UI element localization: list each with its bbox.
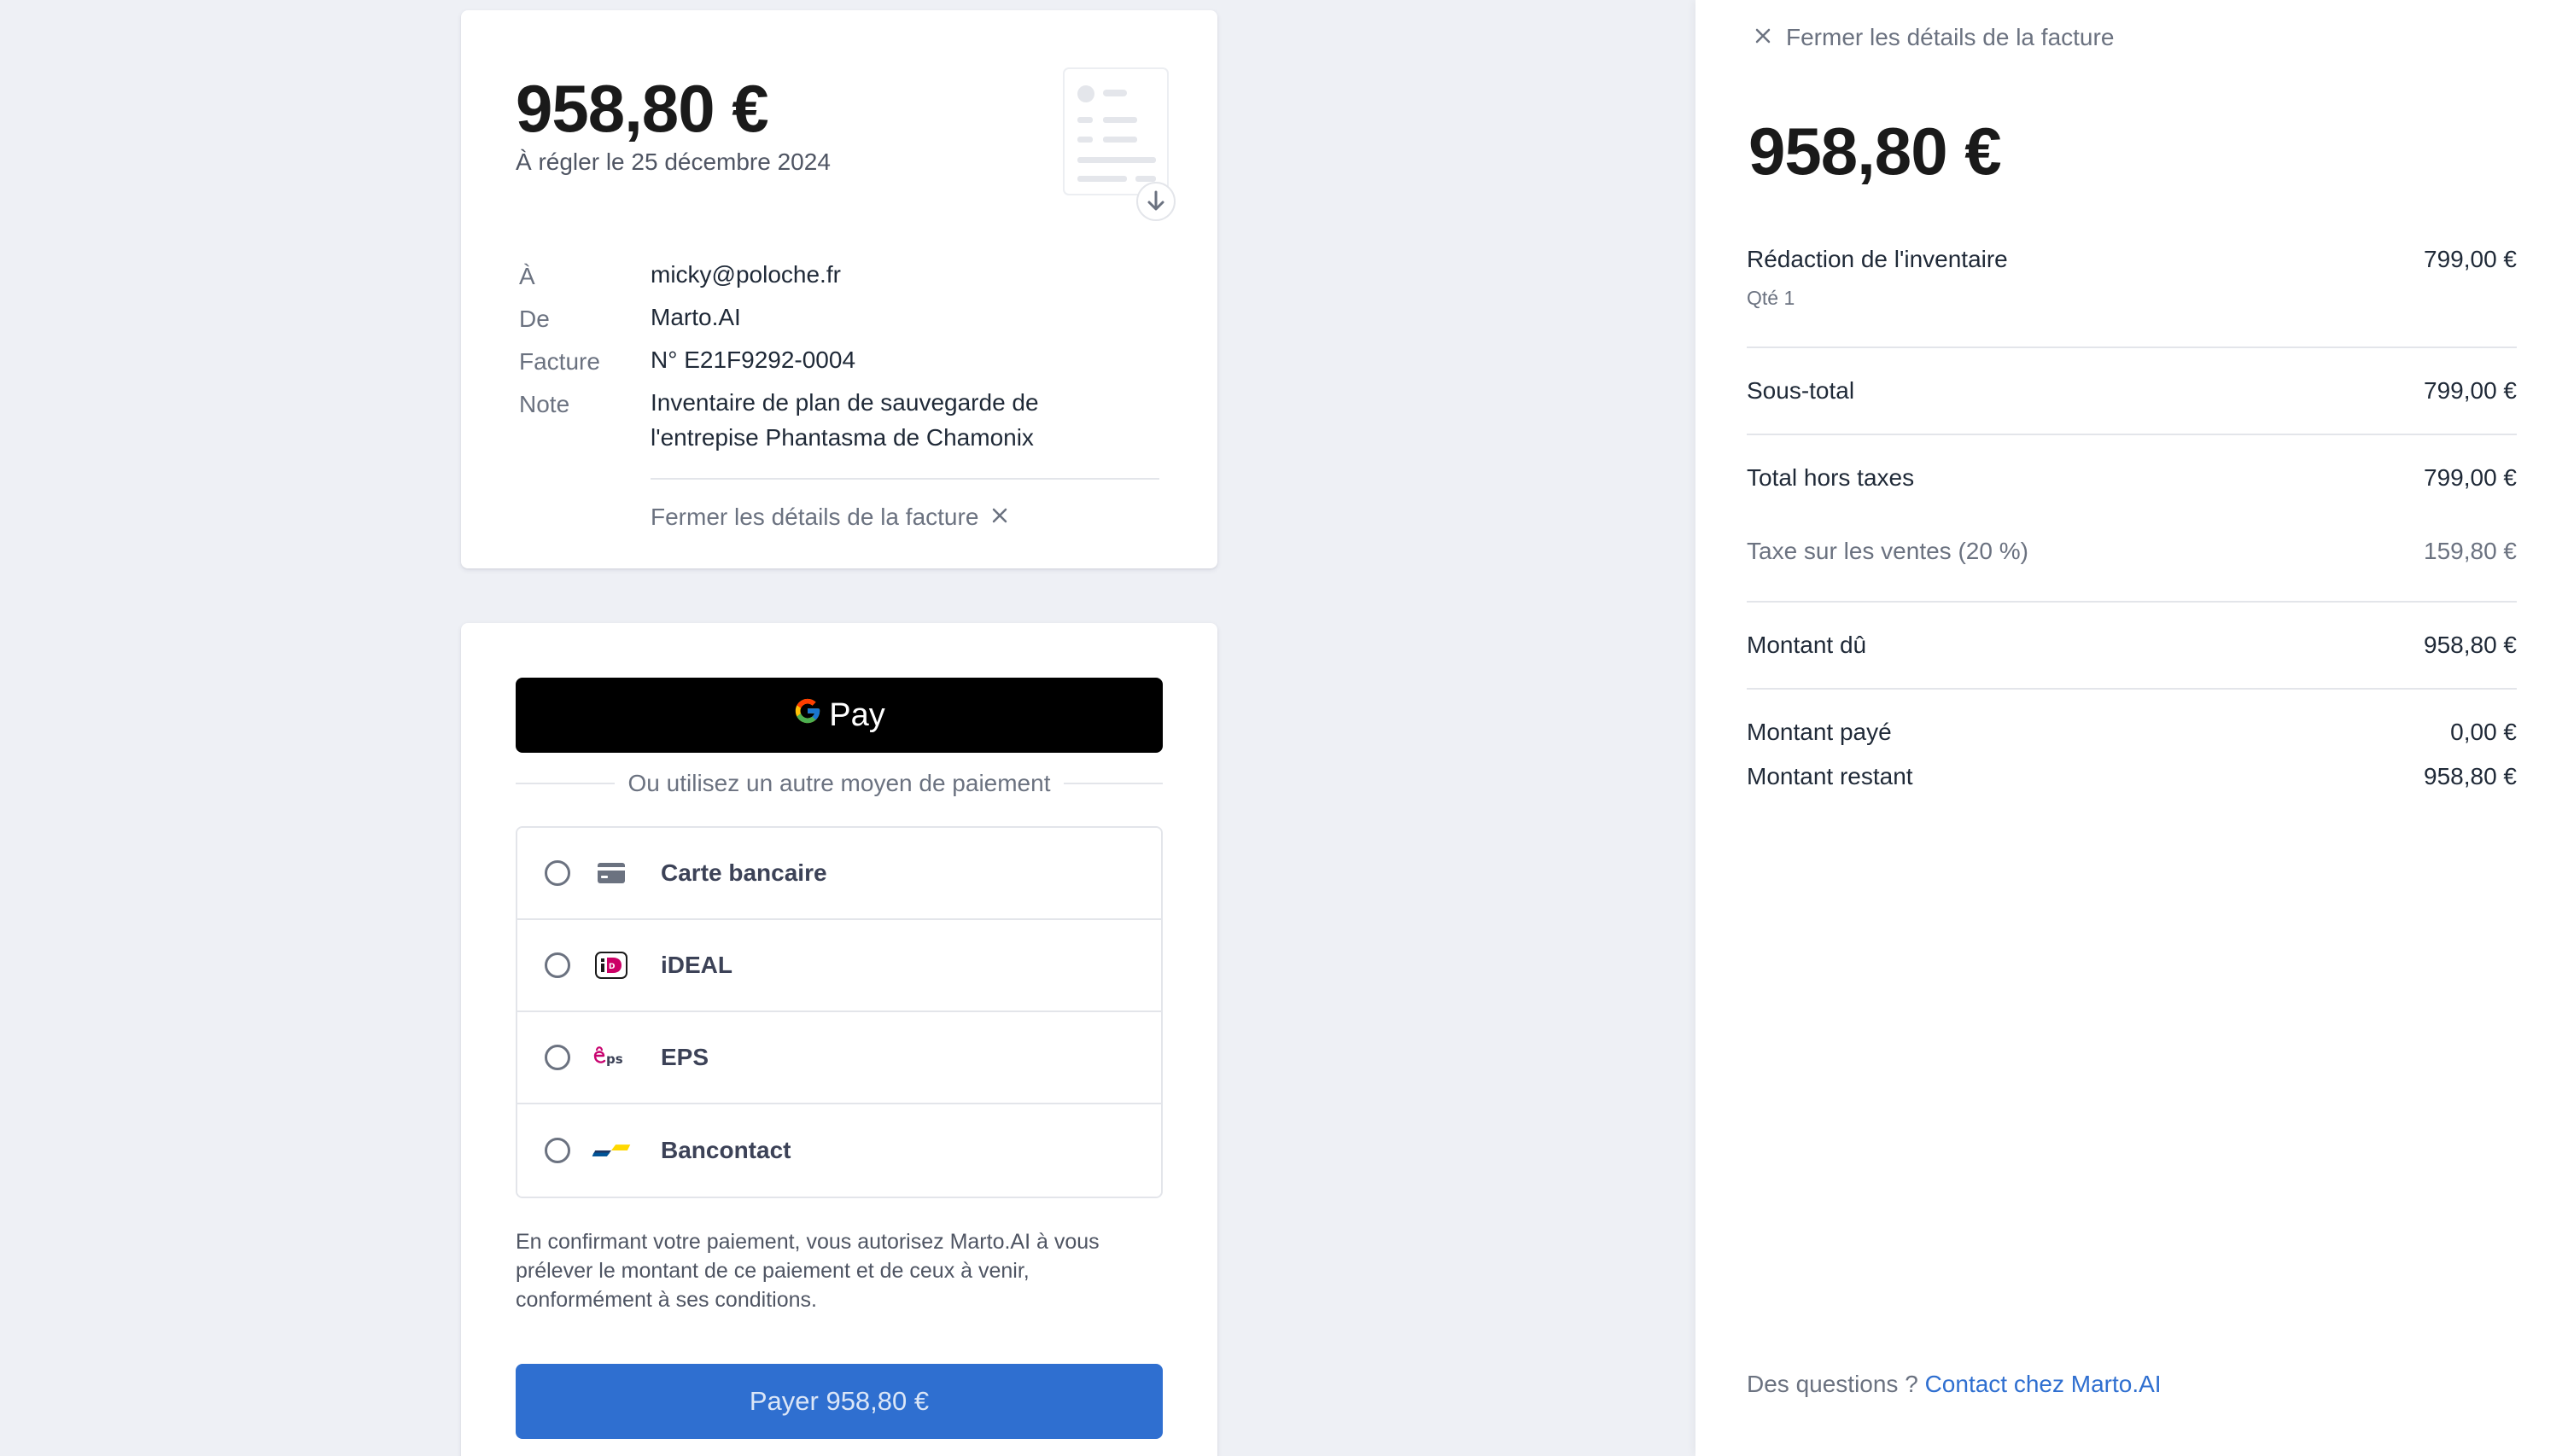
divider — [1747, 688, 2517, 690]
invoice-download-icon[interactable] — [1059, 61, 1178, 224]
amount-paid-value: 0,00 € — [2450, 719, 2517, 745]
line-item-qty: Qté 1 — [1747, 287, 1795, 309]
eps-icon: ps — [591, 1040, 632, 1075]
close-icon — [990, 504, 1009, 531]
card-icon — [591, 856, 632, 890]
meta-invoice-value: N° E21F9292-0004 — [651, 347, 856, 373]
amount-remaining-label: Montant restant — [1747, 763, 1913, 789]
amount-due-row: Montant dû 958,80 € — [1747, 632, 2517, 659]
payment-separator: Ou utilisez un autre moyen de paiement — [516, 768, 1164, 799]
invoice-summary-card: 958,80 € À régler le 25 décembre 2024 À … — [461, 10, 1217, 568]
total-excl-tax-label: Total hors taxes — [1747, 464, 1915, 491]
payment-method-label: iDEAL — [661, 952, 732, 978]
radio-bancontact[interactable] — [545, 1138, 570, 1163]
divider — [1747, 601, 2517, 603]
invoice-due-date: À régler le 25 décembre 2024 — [516, 149, 831, 175]
payment-method-label: Bancontact — [661, 1137, 791, 1163]
meta-to-value: micky@poloche.fr — [651, 261, 841, 288]
separator-line-right — [1064, 783, 1164, 784]
tax-row: Taxe sur les ventes (20 %) 159,80 € — [1747, 538, 2517, 565]
tax-value: 159,80 € — [2424, 538, 2517, 564]
divider — [1747, 347, 2517, 348]
payment-method-eps[interactable]: ps EPS — [517, 1012, 1161, 1104]
meta-to-label: À — [519, 263, 535, 289]
total-excl-tax-row: Total hors taxes 799,00 € — [1747, 464, 2517, 492]
close-details-panel-link[interactable]: Fermer les détails de la facture — [1754, 24, 2114, 51]
close-icon — [1754, 24, 1772, 51]
radio-eps[interactable] — [545, 1045, 570, 1070]
separator-label: Ou utilisez un autre moyen de paiement — [627, 770, 1051, 796]
pay-button[interactable]: Payer 958,80 € — [516, 1364, 1163, 1439]
ideal-icon: D — [591, 948, 632, 982]
line-item-value: 799,00 € — [2424, 246, 2517, 272]
contact-link[interactable]: Contact chez Marto.AI — [1925, 1371, 2162, 1397]
divider — [1747, 434, 2517, 435]
questions-prefix: Des questions ? — [1747, 1371, 1918, 1397]
total-excl-tax-value: 799,00 € — [2424, 464, 2517, 491]
close-details-link[interactable]: Fermer les détails de la facture — [651, 504, 1009, 531]
amount-paid-row: Montant payé 0,00 € — [1747, 719, 2517, 746]
subtotal-value: 799,00 € — [2424, 377, 2517, 404]
amount-remaining-row: Montant restant 958,80 € — [1747, 763, 2517, 790]
meta-from-label: De — [519, 306, 550, 332]
payment-method-bancontact[interactable]: Bancontact — [517, 1104, 1161, 1197]
radio-ideal[interactable] — [545, 952, 570, 978]
line-item-label: Rédaction de l'inventaire — [1747, 246, 2008, 272]
invoice-amount: 958,80 € — [516, 71, 769, 146]
tax-label: Taxe sur les ventes (20 %) — [1747, 538, 2028, 564]
meta-note-line-1: Inventaire de plan de sauvegarde de — [651, 389, 1039, 416]
separator-line-left — [516, 783, 615, 784]
close-details-panel-label: Fermer les détails de la facture — [1786, 24, 2115, 50]
radio-card[interactable] — [545, 860, 570, 886]
meta-from-value: Marto.AI — [651, 304, 741, 330]
payment-method-label: Carte bancaire — [661, 859, 827, 886]
line-item-row: Rédaction de l'inventaire 799,00 € — [1747, 246, 2517, 273]
questions-footer: Des questions ? Contact chez Marto.AI — [1747, 1371, 2162, 1398]
svg-text:D: D — [609, 963, 615, 971]
meta-note-line-2: l'entrepise Phantasma de Chamonix — [651, 424, 1034, 451]
google-g-icon — [793, 696, 822, 734]
google-pay-button[interactable]: Pay — [516, 678, 1163, 753]
amount-remaining-value: 958,80 € — [2424, 763, 2517, 789]
payment-method-label: EPS — [661, 1044, 709, 1070]
invoice-details-panel: Fermer les détails de la facture 958,80 … — [1695, 0, 2568, 1456]
payment-method-card[interactable]: Carte bancaire — [517, 828, 1161, 920]
payment-card: Pay Ou utilisez un autre moyen de paieme… — [461, 623, 1217, 1456]
amount-due-value: 958,80 € — [2424, 632, 2517, 658]
google-pay-label: Pay — [829, 696, 885, 733]
meta-note-label: Note — [519, 391, 570, 417]
subtotal-label: Sous-total — [1747, 377, 1855, 404]
amount-due-label: Montant dû — [1747, 632, 1867, 658]
bancontact-icon — [591, 1133, 632, 1168]
payment-method-ideal[interactable]: D iDEAL — [517, 920, 1161, 1012]
meta-divider — [651, 478, 1159, 480]
meta-invoice-label: Facture — [519, 348, 600, 375]
close-details-label: Fermer les détails de la facture — [651, 504, 979, 530]
payment-method-list: Carte bancaire D iDEAL ps EPS Bancontact — [516, 826, 1163, 1198]
payment-consent-text: En confirmant votre paiement, vous autor… — [516, 1230, 1100, 1312]
amount-paid-label: Montant payé — [1747, 719, 1892, 745]
details-amount: 958,80 € — [1748, 114, 2002, 189]
subtotal-row: Sous-total 799,00 € — [1747, 377, 2517, 405]
svg-text:ps: ps — [606, 1051, 623, 1067]
